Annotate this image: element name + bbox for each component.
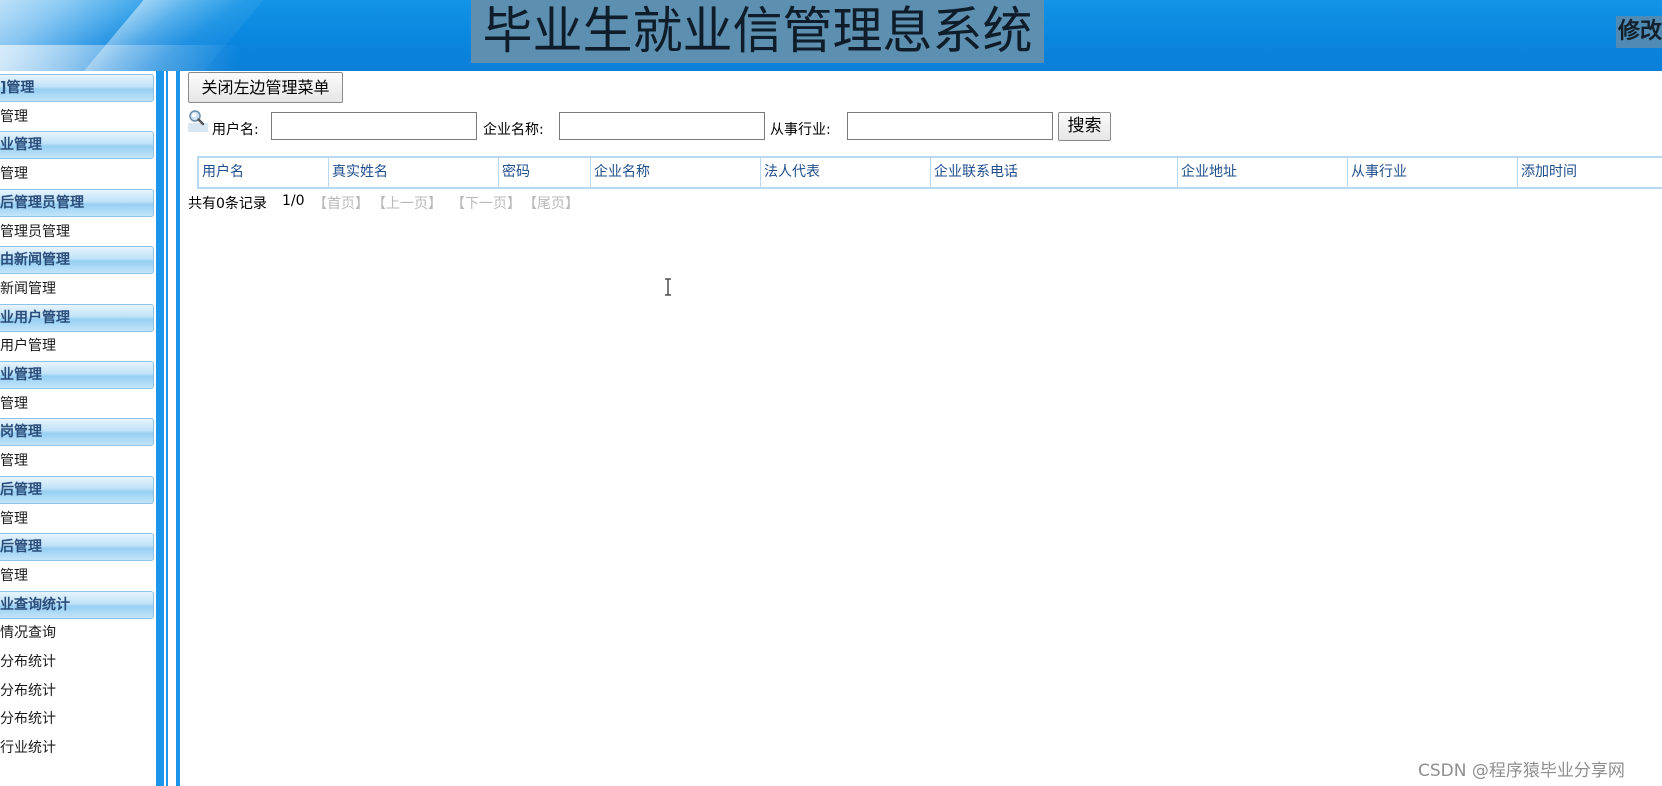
- page-indicator: 1/0: [282, 193, 305, 209]
- column-header[interactable]: 密码: [499, 158, 591, 187]
- sidebar-group-header[interactable]: ]管理: [0, 74, 154, 102]
- sidebar-item[interactable]: 分布统计: [0, 648, 154, 676]
- column-header[interactable]: 企业地址: [1178, 158, 1348, 187]
- sidebar-item[interactable]: 管理: [0, 390, 154, 418]
- sidebar-item[interactable]: 管理: [0, 505, 154, 533]
- sidebar-menu: ]管理 管理 业管理 管理 后管理员管理 管理员管理 由新闻管理 新闻管理 业用户管理 用户管理业…: [0, 71, 155, 786]
- sidebar-item[interactable]: 用户管理: [0, 332, 154, 360]
- column-header[interactable]: 添加时间: [1518, 158, 1662, 187]
- sidebar-item[interactable]: 管理: [0, 447, 154, 475]
- sidebar-item[interactable]: 分布统计: [0, 677, 154, 705]
- main-content: 关闭左边管理菜单 用户名: 企业名称: 从事行业: 搜索 用户名 真实姓名 密码 企业…: [180, 71, 1662, 786]
- first-page-link[interactable]: 【首页】: [313, 193, 369, 213]
- modify-link[interactable]: 修改: [1616, 16, 1662, 48]
- sidebar-group-header[interactable]: 业管理: [0, 361, 154, 389]
- sidebar-group-header[interactable]: 业用户管理: [0, 303, 154, 332]
- sidebar-item[interactable]: 分布统计: [0, 705, 154, 733]
- sidebar-group-header[interactable]: 岗管理: [0, 418, 154, 447]
- results-table-header: 用户名 真实姓名 密码 企业名称 法人代表 企业联系电话 企业地址 从事行业 添加时间: [197, 156, 1662, 189]
- sidebar-divider: [166, 71, 168, 786]
- column-header[interactable]: 真实姓名: [329, 158, 499, 187]
- app-title: 毕业生就业信管理息系统: [471, 0, 1044, 63]
- search-button[interactable]: 搜索: [1058, 112, 1111, 141]
- industry-label: 从事行业:: [770, 122, 831, 138]
- watermark: CSDN @程序猿毕业分享网: [1418, 761, 1625, 781]
- record-count: 共有0条记录: [188, 196, 267, 212]
- column-header[interactable]: 企业联系电话: [931, 158, 1178, 187]
- header-decoration: [0, 45, 240, 71]
- sidebar-item[interactable]: 管理员管理: [0, 218, 154, 246]
- app-header: 毕业生就业信管理息系统 修改: [0, 0, 1662, 71]
- next-page-link[interactable]: 【下一页】: [451, 193, 521, 213]
- sidebar-item[interactable]: 行业统计: [0, 734, 154, 762]
- sidebar-item[interactable]: 管理: [0, 103, 154, 131]
- column-header[interactable]: 用户名: [199, 158, 329, 187]
- sidebar-item[interactable]: 新闻管理: [0, 275, 154, 303]
- industry-input[interactable]: [847, 112, 1053, 140]
- sidebar-group-header[interactable]: 后管理员管理: [0, 188, 154, 217]
- sidebar-group-header[interactable]: 业查询统计: [0, 590, 154, 619]
- sidebar-divider: [156, 71, 164, 786]
- magnifier-icon: [188, 110, 208, 132]
- company-name-label: 企业名称:: [483, 122, 544, 138]
- text-cursor-icon: [665, 278, 671, 296]
- sidebar-group-header[interactable]: 业管理: [0, 131, 154, 160]
- username-label: 用户名:: [212, 122, 259, 138]
- column-header[interactable]: 法人代表: [761, 158, 931, 187]
- column-header[interactable]: 企业名称: [591, 158, 761, 187]
- company-name-input[interactable]: [559, 112, 765, 140]
- column-header[interactable]: 从事行业: [1348, 158, 1518, 187]
- sidebar-group-header[interactable]: 后管理: [0, 533, 154, 562]
- sidebar-group-header[interactable]: 由新闻管理: [0, 246, 154, 275]
- sidebar-item[interactable]: 情况查询: [0, 619, 154, 647]
- last-page-link[interactable]: 【尾页】: [523, 193, 579, 213]
- sidebar-item[interactable]: 管理: [0, 160, 154, 188]
- sidebar-group-header[interactable]: 后管理: [0, 475, 154, 504]
- close-menu-button[interactable]: 关闭左边管理菜单: [188, 72, 343, 103]
- prev-page-link[interactable]: 【上一页】: [372, 193, 442, 213]
- username-input[interactable]: [271, 112, 477, 140]
- sidebar-item[interactable]: 管理: [0, 562, 154, 590]
